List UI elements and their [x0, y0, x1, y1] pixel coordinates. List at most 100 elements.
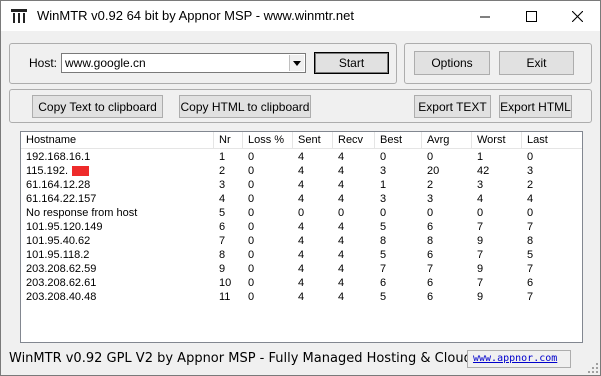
cell-avrg: 6 [427, 277, 434, 289]
cell-recv: 0 [338, 207, 345, 219]
column-avrg[interactable]: Avrg [422, 132, 472, 149]
options-button[interactable]: Options [414, 51, 490, 75]
copy-html-button[interactable]: Copy HTML to clipboard [179, 95, 311, 118]
cell-avrg: 3 [427, 193, 434, 205]
cell-sent: 4 [298, 193, 305, 205]
column-loss[interactable]: Loss % [243, 132, 293, 149]
cell-avrg: 20 [427, 165, 440, 177]
cell-sent: 4 [298, 277, 305, 289]
cell-last: 3 [527, 165, 534, 177]
cell-avrg: 2 [427, 179, 434, 191]
cell-worst: 9 [477, 235, 484, 247]
start-button[interactable]: Start [314, 52, 389, 74]
table-row[interactable]: 192.168.16.1 1 0 4 4 0 0 1 0 [21, 150, 582, 164]
table-row[interactable]: 101.95.120.149 6 0 4 4 5 6 7 7 [21, 220, 582, 234]
cell-nr: 8 [219, 249, 226, 261]
cell-recv: 4 [338, 235, 345, 247]
resize-grip-icon[interactable] [588, 363, 598, 373]
cell-best: 1 [380, 179, 387, 191]
cell-best: 5 [380, 291, 387, 303]
table-row[interactable]: 115.192. 2 0 4 4 3 20 42 3 [21, 164, 582, 178]
maximize-icon [525, 10, 537, 22]
cell-best: 3 [380, 165, 387, 177]
cell-loss: 0 [248, 207, 255, 219]
cell-nr: 3 [219, 179, 226, 191]
column-last[interactable]: Last [522, 132, 582, 149]
cell-worst: 9 [477, 263, 484, 275]
table-row[interactable]: 203.208.40.48 11 0 4 4 5 6 9 7 [21, 290, 582, 304]
column-sent[interactable]: Sent [293, 132, 333, 149]
minimize-button[interactable] [462, 1, 508, 31]
table-row[interactable]: 101.95.40.62 7 0 4 4 8 8 9 8 [21, 234, 582, 248]
close-button[interactable] [554, 1, 600, 31]
cell-last: 0 [527, 151, 534, 163]
cell-last: 7 [527, 291, 534, 303]
cell-best: 7 [380, 263, 387, 275]
cell-best: 3 [380, 193, 387, 205]
host-combobox[interactable]: www.google.cn [61, 53, 306, 73]
cell-sent: 4 [298, 249, 305, 261]
maximize-button[interactable] [508, 1, 554, 31]
table-row[interactable]: 203.208.62.59 9 0 4 4 7 7 9 7 [21, 262, 582, 276]
table-row[interactable]: 61.164.12.28 3 0 4 4 1 2 3 2 [21, 178, 582, 192]
exit-label: Exit [526, 56, 547, 70]
export-text-button[interactable]: Export TEXT [414, 95, 491, 118]
cell-nr: 11 [219, 291, 231, 303]
column-nr[interactable]: Nr [214, 132, 243, 149]
status-text: WinMTR v0.92 GPL V2 by Appnor MSP - Full… [9, 351, 467, 366]
options-label: Options [431, 56, 473, 70]
title-bar[interactable]: WinMTR v0.92 64 bit by Appnor MSP - www.… [1, 1, 600, 31]
cell-loss: 0 [248, 165, 255, 177]
cell-worst: 3 [477, 179, 484, 191]
cell-loss: 0 [248, 277, 255, 289]
minimize-icon [479, 16, 490, 17]
table-row[interactable]: No response from host 5 0 0 0 0 0 0 0 [21, 206, 582, 220]
table-row[interactable]: 203.208.62.61 10 0 4 4 6 6 7 6 [21, 276, 582, 290]
cell-best: 0 [380, 151, 387, 163]
cell-avrg: 6 [427, 249, 434, 261]
cell-avrg: 6 [427, 221, 434, 233]
appnor-link-text[interactable]: www.appnor.com [473, 353, 557, 364]
cell-sent: 0 [298, 207, 305, 219]
cell-last: 0 [527, 207, 534, 219]
cell-best: 8 [380, 235, 387, 247]
column-best[interactable]: Best [375, 132, 422, 149]
cell-nr: 1 [219, 151, 226, 163]
cell-avrg: 0 [427, 207, 434, 219]
appnor-link[interactable]: www.appnor.com [467, 350, 571, 368]
table-row[interactable]: 61.164.22.157 4 0 4 4 3 3 4 4 [21, 192, 582, 206]
cell-last: 7 [527, 221, 534, 233]
table-row[interactable]: 101.95.118.2 8 0 4 4 5 6 7 5 [21, 248, 582, 262]
cell-hostname: No response from host [26, 207, 138, 219]
chevron-down-icon [293, 60, 301, 66]
cell-hostname: 203.208.40.48 [26, 291, 97, 303]
column-recv[interactable]: Recv [333, 132, 375, 149]
cell-sent: 4 [298, 235, 305, 247]
cell-loss: 0 [248, 235, 255, 247]
column-hostname[interactable]: Hostname [21, 132, 214, 149]
cell-nr: 4 [219, 193, 226, 205]
exit-button[interactable]: Exit [499, 51, 574, 75]
cell-sent: 4 [298, 291, 305, 303]
column-worst[interactable]: Worst [472, 132, 522, 149]
cell-worst: 0 [477, 207, 484, 219]
dropdown-arrow[interactable] [289, 55, 304, 71]
cell-recv: 4 [338, 263, 345, 275]
cell-last: 2 [527, 179, 534, 191]
cell-hostname: 61.164.12.28 [26, 179, 91, 191]
cell-avrg: 8 [427, 235, 434, 247]
cell-hostname: 192.168.16.1 [26, 151, 91, 163]
cell-loss: 0 [248, 263, 255, 275]
export-html-button[interactable]: Export HTML [499, 95, 572, 118]
host-input[interactable]: www.google.cn [65, 56, 146, 70]
trace-table[interactable]: Hostname Nr Loss % Sent Recv Best Avrg W… [20, 131, 583, 343]
cell-sent: 4 [298, 151, 305, 163]
cell-worst: 1 [477, 151, 484, 163]
cell-hostname: 61.164.22.157 [26, 193, 97, 205]
copy-text-button[interactable]: Copy Text to clipboard [32, 95, 163, 118]
cell-nr: 9 [219, 263, 226, 275]
cell-nr: 2 [219, 165, 226, 177]
cell-last: 5 [527, 249, 534, 261]
cell-loss: 0 [248, 291, 255, 303]
cell-avrg: 7 [427, 263, 434, 275]
